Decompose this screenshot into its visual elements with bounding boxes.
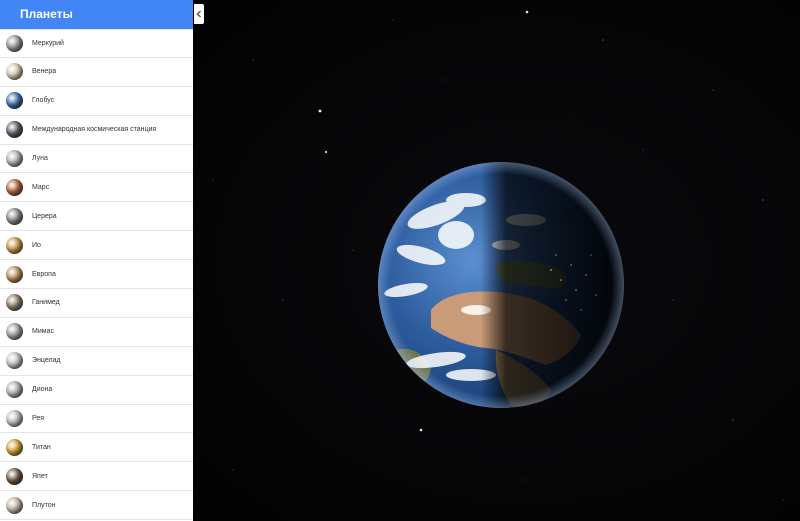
planet-item[interactable]: Мимас <box>0 318 193 347</box>
ganymede-icon <box>6 294 23 312</box>
planet-item[interactable]: Рея <box>0 405 193 434</box>
planet-item[interactable]: Ио <box>0 231 193 261</box>
planet-label: Марс <box>32 183 50 191</box>
planet-label: Диона <box>32 386 53 394</box>
planet-label: Церера <box>32 212 57 220</box>
ceres-icon <box>6 207 23 225</box>
planet-item[interactable]: Титан <box>0 433 193 463</box>
europa-icon <box>6 265 23 283</box>
planet-item[interactable]: Европа <box>0 260 193 290</box>
titan-icon <box>6 438 23 456</box>
planets-sidebar: Планеты Меркурий Венера Глобус Международна… <box>0 0 193 521</box>
planet-label: Меркурий <box>32 39 64 47</box>
planet-label: Луна <box>32 155 48 162</box>
planet-item[interactable]: Венера <box>0 58 193 87</box>
iapetus-icon <box>6 467 23 485</box>
planet-label: Глобус <box>32 97 55 105</box>
io-icon <box>6 236 23 254</box>
planet-item[interactable]: Международная космическая станция <box>0 116 193 145</box>
planet-item[interactable]: Меркурий <box>0 29 193 58</box>
planet-label: Венера <box>32 68 57 76</box>
planet-label: Энцелад <box>32 357 61 365</box>
chevron-left-icon <box>196 10 201 18</box>
rhea-icon <box>6 410 23 428</box>
earth-globe <box>378 162 624 408</box>
planet-label: Мимас <box>32 328 54 336</box>
dione-icon <box>6 381 23 399</box>
planet-item[interactable]: Глобус <box>0 87 193 116</box>
iss-icon <box>6 121 23 139</box>
planet-item[interactable]: Япет <box>0 462 193 492</box>
planet-label: Ганимед <box>32 299 60 307</box>
planet-label: Япет <box>32 472 48 480</box>
planet-label: Рея <box>32 415 45 423</box>
moon-icon <box>6 150 23 167</box>
sidebar-title: Планеты <box>0 0 193 29</box>
planet-item[interactable]: Луна <box>0 145 193 174</box>
planet-label: Титан <box>32 443 51 451</box>
globe-viewport[interactable] <box>193 0 800 521</box>
enceladus-icon <box>6 352 23 370</box>
venus-icon <box>6 63 23 81</box>
planet-item[interactable]: Ганимед <box>0 289 193 318</box>
planet-item[interactable]: Диона <box>0 376 193 405</box>
mars-icon <box>6 178 23 196</box>
planet-item[interactable]: Церера <box>0 202 193 232</box>
collapse-sidebar-button[interactable] <box>194 4 204 24</box>
mercury-icon <box>6 34 23 52</box>
planet-item[interactable]: Энцелад <box>0 347 193 376</box>
planet-label: Плутон <box>32 501 56 509</box>
mimas-icon <box>6 323 23 341</box>
planet-label: Ио <box>32 241 41 249</box>
planet-item[interactable]: Плутон <box>0 491 193 521</box>
planet-label: Международная космическая станция <box>32 126 157 134</box>
planet-list: Меркурий Венера Глобус Международная космич… <box>0 29 193 521</box>
pluto-icon <box>6 496 23 514</box>
planet-label: Европа <box>32 270 56 278</box>
planet-item[interactable]: Марс <box>0 173 193 203</box>
earth-icon <box>6 92 23 110</box>
